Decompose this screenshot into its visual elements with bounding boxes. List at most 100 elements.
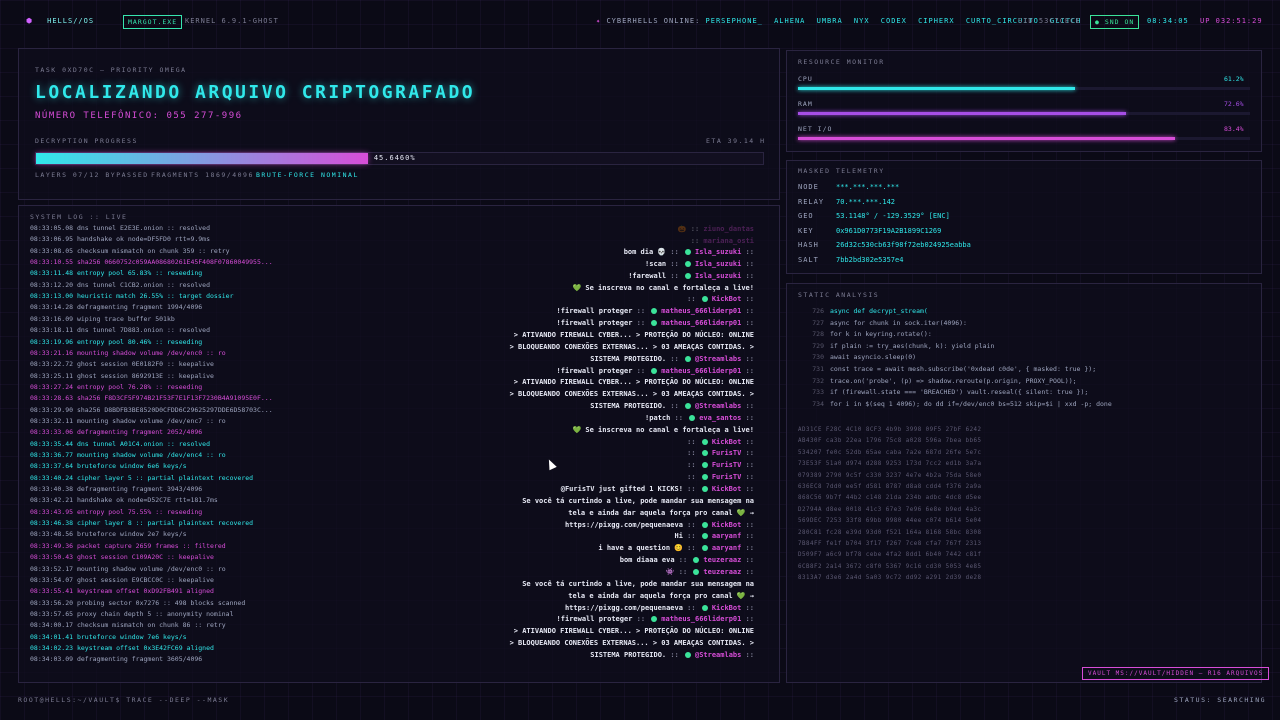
- chat-text: !patch: [645, 413, 671, 422]
- chat-separator: ::: [687, 461, 700, 470]
- chat-username[interactable]: Isla_suzuki: [695, 248, 741, 256]
- chat-username[interactable]: matheus_666liderp01: [661, 615, 741, 623]
- chat-text: i have a question 😊: [598, 544, 683, 553]
- online-user[interactable]: PERSEPHONE_: [706, 17, 763, 25]
- log-line: 08:33:28.63 sha256 F8D3CF5F974B21F53F7E1…: [30, 394, 273, 403]
- user-group-icon: ✦: [596, 17, 602, 25]
- chat-username[interactable]: KickBot: [712, 521, 742, 529]
- code-line: 726 async def decrypt_stream(: [806, 307, 928, 315]
- hex-line: 636EC8 7dd0 ee5f d581 8787 d8a8 cdd4 f37…: [798, 484, 982, 490]
- chat-separator: ::: [682, 544, 700, 553]
- chat-username[interactable]: @Streamlabs: [695, 355, 741, 363]
- chat-username[interactable]: ziuno_dantas: [703, 225, 754, 233]
- resource-bar-fill: [798, 112, 1127, 115]
- chat-username[interactable]: KickBot: [712, 438, 742, 446]
- sound-toggle[interactable]: ● SND ON: [1090, 15, 1140, 29]
- badge-icon: [701, 533, 708, 540]
- chat-separator: ::: [741, 354, 754, 363]
- chat-separator: ::: [666, 271, 683, 280]
- log-line: 08:33:37.64 bruteforce window 6e6 keys/s: [30, 462, 187, 471]
- online-user[interactable]: CODEX: [881, 17, 907, 25]
- log-line: 08:33:40.38 defragmenting fragment 3943/…: [30, 485, 203, 494]
- code-line: 732 trace.on('probe', (p) => shadow.rerou…: [806, 377, 1076, 385]
- chat-message: !farewall :: Isla_suzuki ::: [628, 272, 754, 280]
- chat-username[interactable]: matheus_666liderp01: [661, 307, 741, 315]
- resource-name: RAM: [798, 100, 813, 108]
- decryption-progress-bar: 45.6460%: [35, 152, 764, 165]
- chat-username[interactable]: FurisTV: [712, 461, 742, 469]
- chat-username[interactable]: matheus_666liderp01: [661, 319, 741, 327]
- chat-text: > ATIVANDO FIREWALL CYBER... > PROTEÇÃO …: [513, 378, 754, 387]
- hex-line: 8313A7 d3e6 2a4d 5a03 9c72 dd92 a291 2d3…: [798, 575, 982, 582]
- chat-message: > ATIVANDO FIREWALL CYBER... > PROTEÇÃO …: [514, 378, 754, 386]
- telemetry-value: 26d32c530cb63f98f72eb024925eabba: [836, 241, 971, 250]
- chat-username[interactable]: Isla_suzuki: [695, 272, 741, 280]
- chat-text: > ATIVANDO FIREWALL CYBER... > PROTEÇÃO …: [513, 627, 754, 636]
- chat-username[interactable]: aaryanf: [712, 544, 742, 552]
- code-text: for k in keyring.rotate():: [830, 330, 932, 339]
- telemetry-row: GEO 53.1148° / -129.3529° [ENC]: [798, 212, 950, 220]
- chat-message: !firewall proteger :: matheus_666liderp0…: [557, 615, 754, 623]
- chat-username[interactable]: teuzeraaz: [703, 556, 741, 564]
- chat-separator: ::: [741, 402, 754, 411]
- chat-username[interactable]: KickBot: [712, 604, 742, 612]
- chat-separator: ::: [741, 366, 754, 375]
- terminal-prompt[interactable]: ROOT@HELLS:~/VAULT$ TRACE --DEEP --MASK: [18, 696, 229, 704]
- log-line: 08:33:05.08 dns tunnel E2E3E.onion :: re…: [30, 224, 211, 232]
- chat-separator: ::: [741, 544, 754, 553]
- log-line: 08:33:29.90 sha256 D8BDFB3BE8520D0CFDD6C…: [30, 405, 273, 414]
- log-line: 08:34:00.17 checksum mismatch on chunk 8…: [30, 621, 226, 630]
- chat-message: :: FurisTV ::: [687, 449, 754, 457]
- chat-username[interactable]: teuzeraaz: [703, 568, 741, 576]
- online-user[interactable]: UMBRA: [817, 17, 843, 25]
- code-text: await asyncio.sleep(0): [830, 353, 917, 362]
- chat-username[interactable]: eva_santos: [699, 414, 741, 422]
- chat-message: > BLOQUEANDO CONEXÕES EXTERNAS... > 03 A…: [510, 390, 754, 398]
- vault-path-badge[interactable]: VAULT MS://VAULT/HIDDEN — R16 ARQUIVOS: [1082, 667, 1270, 680]
- code-text: async for chunk in sock.iter(4096):: [830, 318, 967, 327]
- online-user[interactable]: CIPHERX: [918, 17, 955, 25]
- chat-text: > ATIVANDO FIREWALL CYBER... > PROTEÇÃO …: [513, 330, 754, 339]
- code-line: 727 async for chunk in sock.iter(4096):: [806, 319, 967, 327]
- chat-username[interactable]: FurisTV: [712, 449, 742, 457]
- chat-message: :: KickBot ::: [687, 295, 754, 303]
- layers-status: LAYERS 07/12 BYPASSED: [35, 171, 149, 179]
- online-user[interactable]: NYX: [854, 17, 870, 25]
- chat-username[interactable]: aaryanf: [712, 532, 742, 540]
- line-number: 734: [812, 399, 824, 408]
- chat-message: tela e ainda dar aquela força pro canal …: [568, 592, 754, 600]
- resource-value: 61.2%: [1224, 75, 1244, 83]
- chat-username[interactable]: FurisTV: [712, 473, 742, 481]
- resource-bar-fill: [798, 137, 1175, 140]
- chat-username[interactable]: KickBot: [712, 485, 742, 493]
- chat-message: SISTEMA PROTEGIDO. :: @Streamlabs ::: [590, 402, 754, 410]
- hex-line: 280C81 fc28 e39d 93d0 f521 164a 8168 58b…: [798, 529, 982, 536]
- chat-message: 💚 Se inscreva no canal e fortaleça a liv…: [572, 284, 754, 292]
- log-line: 08:33:22.72 ghost session 0E0182F0 :: ke…: [30, 360, 214, 369]
- hex-line: 079389 2790 9c5f c330 3237 4e7e 4b2a 75d…: [798, 472, 982, 479]
- badge-icon: [684, 355, 691, 362]
- process-pill[interactable]: MARGOT.EXE: [123, 15, 183, 29]
- chat-separator: ::: [741, 449, 754, 458]
- line-number: 727: [812, 318, 824, 327]
- chat-username[interactable]: mariana_osti: [703, 237, 754, 245]
- chat-username[interactable]: KickBot: [712, 295, 742, 303]
- log-line: 08:33:55.41 keystream offset 0xD92FB491 …: [30, 587, 214, 596]
- sound-dot-icon: ●: [1095, 18, 1105, 26]
- chat-username[interactable]: matheus_666liderp01: [661, 367, 741, 375]
- chat-username[interactable]: @Streamlabs: [695, 651, 741, 659]
- chat-text: @FurisTV just gifted 1 KICKS!: [560, 485, 683, 493]
- online-user[interactable]: ALHENA: [774, 17, 805, 25]
- log-line: 08:33:35.44 dns tunnel A01C4.onion :: re…: [30, 439, 211, 448]
- chat-message: > ATIVANDO FIREWALL CYBER... > PROTEÇÃO …: [514, 331, 754, 339]
- chat-separator: ::: [670, 413, 688, 422]
- online-users: ✦ CYBERHELLS ONLINE: PERSEPHONE_ ALHENA …: [596, 17, 1081, 25]
- badge-icon: [701, 604, 708, 611]
- chat-message: > BLOQUEANDO CONEXÕES EXTERNAS... > 03 A…: [510, 343, 754, 351]
- eta: ETA 39.14 H: [706, 137, 766, 145]
- chat-username[interactable]: @Streamlabs: [695, 402, 741, 410]
- chat-text: !scan: [645, 259, 667, 268]
- chat-message: :: mariana_osti: [691, 237, 754, 245]
- chat-username[interactable]: Isla_suzuki: [695, 260, 741, 268]
- progress-label: DECRYPTION PROGRESS: [35, 137, 138, 145]
